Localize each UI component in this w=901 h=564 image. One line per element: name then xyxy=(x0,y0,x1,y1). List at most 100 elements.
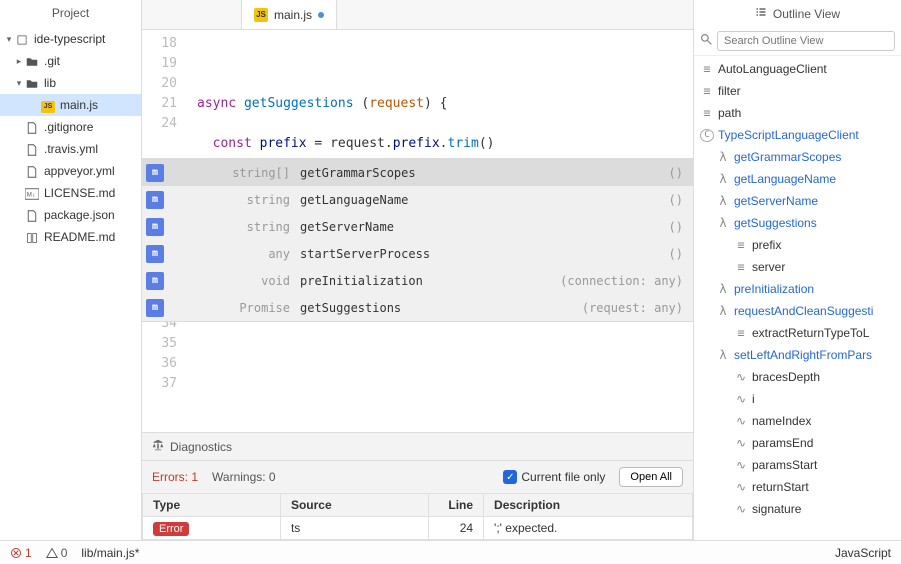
autocomplete-item[interactable]: mPromisegetSuggestions(request: any) xyxy=(142,294,693,321)
outline-item[interactable]: preInitialization xyxy=(694,278,901,300)
tree-item[interactable]: README.md xyxy=(0,226,141,248)
outline-panel-title: Outline View xyxy=(694,0,901,27)
outline-item[interactable]: paramsStart xyxy=(694,454,901,476)
md-icon: M↓ xyxy=(24,186,40,200)
tab-bar: JS main.js xyxy=(142,0,693,30)
outline-item[interactable]: setLeftAndRightFromPars xyxy=(694,344,901,366)
diagnostic-line: 24 xyxy=(429,517,484,540)
field-icon xyxy=(734,260,748,274)
outline-item[interactable]: extractReturnTypeToL xyxy=(694,322,901,344)
outline-item[interactable]: AutoLanguageClient xyxy=(694,58,901,80)
autocomplete-signature: () xyxy=(669,217,683,237)
field-icon xyxy=(734,326,748,340)
outline-search-bar xyxy=(694,27,901,56)
table-header-row: Type Source Line Description xyxy=(143,494,693,517)
folder-icon xyxy=(24,76,40,90)
outline-item[interactable]: CTypeScriptLanguageClient xyxy=(694,124,901,146)
autocomplete-type: string xyxy=(170,190,300,210)
error-badge: Error xyxy=(153,522,189,536)
outline-item-label: prefix xyxy=(752,238,781,252)
status-language[interactable]: JavaScript xyxy=(835,546,891,560)
outline-item-label: server xyxy=(752,260,785,274)
outline-search-input[interactable] xyxy=(717,31,895,51)
outline-item-label: getLanguageName xyxy=(734,172,836,186)
svg-text:M↓: M↓ xyxy=(27,191,35,198)
search-icon xyxy=(700,33,713,49)
variable-icon xyxy=(734,458,748,472)
diagnostic-source: ts xyxy=(280,517,428,540)
code-editor[interactable]: 181920212431323334353637 async getSugges… xyxy=(142,30,693,432)
outline-item[interactable]: nameIndex xyxy=(694,410,901,432)
status-errors[interactable]: 1 xyxy=(10,546,32,560)
col-source[interactable]: Source xyxy=(280,494,428,517)
outline-item[interactable]: i xyxy=(694,388,901,410)
autocomplete-name: preInitialization xyxy=(300,271,423,291)
outline-item-label: path xyxy=(718,106,741,120)
autocomplete-signature: (request: any) xyxy=(582,298,683,318)
outline-item[interactable]: server xyxy=(694,256,901,278)
variable-icon xyxy=(734,502,748,516)
tree-item[interactable]: ▾lib xyxy=(0,72,141,94)
outline-tree: AutoLanguageClientfilter path CTypeScriptL… xyxy=(694,56,901,522)
autocomplete-name: getGrammarScopes xyxy=(300,163,416,183)
outline-item-label: nameIndex xyxy=(752,414,811,428)
tree-item[interactable]: ▸.git xyxy=(0,50,141,72)
outline-item-label: getServerName xyxy=(734,194,818,208)
outline-item[interactable]: getLanguageName xyxy=(694,168,901,190)
variable-icon xyxy=(734,436,748,450)
tree-item[interactable]: JSmain.js xyxy=(0,94,141,116)
method-icon: m xyxy=(146,245,164,263)
tree-item-label: lib xyxy=(44,76,56,90)
autocomplete-item[interactable]: mstring[]getGrammarScopes() xyxy=(142,159,693,186)
tree-root[interactable]: ▾ ide-typescript xyxy=(0,28,141,50)
editor-area: JS main.js 181920212431323334353637 asyn… xyxy=(142,0,693,540)
function-icon xyxy=(716,150,730,164)
method-icon: m xyxy=(146,218,164,236)
tree-item[interactable]: M↓LICENSE.md xyxy=(0,182,141,204)
field-icon xyxy=(700,84,714,98)
outline-item[interactable]: filter xyxy=(694,80,901,102)
file-icon xyxy=(24,164,40,178)
method-icon: m xyxy=(146,272,164,290)
autocomplete-item[interactable]: mstringgetLanguageName() xyxy=(142,186,693,213)
autocomplete-signature: () xyxy=(669,190,683,210)
tree-item[interactable]: appveyor.yml xyxy=(0,160,141,182)
col-line[interactable]: Line xyxy=(429,494,484,517)
autocomplete-signature: (connection: any) xyxy=(560,271,683,291)
outline-item[interactable]: path xyxy=(694,102,901,124)
outline-item[interactable]: getSuggestions xyxy=(694,212,901,234)
autocomplete-name: getLanguageName xyxy=(300,190,408,210)
tree-item[interactable]: package.json xyxy=(0,204,141,226)
outline-item[interactable]: bracesDepth xyxy=(694,366,901,388)
outline-item[interactable]: paramsEnd xyxy=(694,432,901,454)
col-type[interactable]: Type xyxy=(143,494,281,517)
function-icon xyxy=(716,348,730,362)
diagnostics-table: Type Source Line Description Errorts24';… xyxy=(142,493,693,540)
outline-item[interactable]: requestAndCleanSuggesti xyxy=(694,300,901,322)
chevron-icon: ▸ xyxy=(14,56,24,67)
current-file-only-checkbox[interactable]: ✓ Current file only xyxy=(503,470,605,484)
outline-item[interactable]: signature xyxy=(694,498,901,520)
open-all-button[interactable]: Open All xyxy=(619,467,683,487)
tree-item[interactable]: .gitignore xyxy=(0,116,141,138)
outline-item[interactable]: getGrammarScopes xyxy=(694,146,901,168)
outline-item[interactable]: getServerName xyxy=(694,190,901,212)
outline-item[interactable]: returnStart xyxy=(694,476,901,498)
autocomplete-item[interactable]: mvoidpreInitialization(connection: any) xyxy=(142,267,693,294)
status-warnings[interactable]: 0 xyxy=(46,546,68,560)
method-icon: m xyxy=(146,164,164,182)
col-description[interactable]: Description xyxy=(484,494,693,517)
diagnostic-row[interactable]: Errorts24';' expected. xyxy=(143,517,693,540)
tree-item[interactable]: .travis.yml xyxy=(0,138,141,160)
tab-main-js[interactable]: JS main.js xyxy=(242,0,337,29)
error-count: Errors: 1 xyxy=(152,470,198,484)
autocomplete-type: Promise xyxy=(170,298,300,318)
status-filepath[interactable]: lib/main.js* xyxy=(81,546,139,560)
autocomplete-item[interactable]: manystartServerProcess() xyxy=(142,240,693,267)
file-icon xyxy=(24,208,40,222)
balance-icon xyxy=(152,439,164,454)
variable-icon xyxy=(734,480,748,494)
outline-item[interactable]: prefix xyxy=(694,234,901,256)
tree-item-label: package.json xyxy=(44,208,115,222)
autocomplete-item[interactable]: mstringgetServerName() xyxy=(142,213,693,240)
